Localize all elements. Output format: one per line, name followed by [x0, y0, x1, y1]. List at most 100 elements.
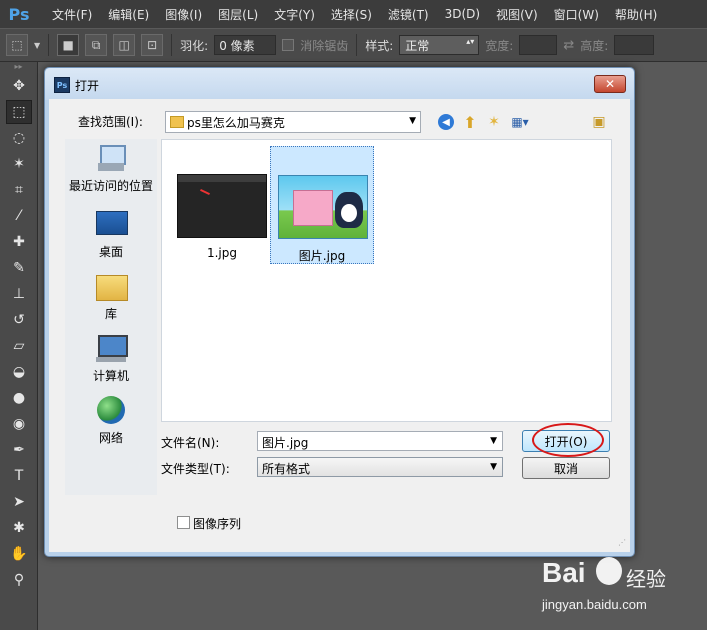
menu-view[interactable]: 视图(V)	[488, 6, 546, 23]
tools-panel: ▸▸ ✥ ⬚ ◌ ✶ ⌗ ⁄ ✚ ✎ ⊥ ↺ ▱ ◒ ● ◉ ✒ T ➤ ✱ ✋…	[0, 62, 38, 630]
subtract-selection-icon[interactable]: ◫	[113, 34, 136, 56]
place-computer[interactable]: 计算机	[65, 331, 157, 384]
place-recent-locations[interactable]: 最近访问的位置	[65, 141, 157, 194]
place-network[interactable]: 网络	[65, 393, 157, 446]
file-name: 1.jpg	[206, 246, 238, 260]
menu-3d[interactable]: 3D(D)	[437, 7, 488, 21]
resize-grip-icon[interactable]: ⋰	[618, 539, 628, 550]
brush-tool-icon[interactable]: ✎	[6, 256, 32, 280]
style-select[interactable]: 正常	[399, 35, 480, 55]
options-divider	[356, 34, 358, 56]
close-button[interactable]: ✕	[594, 75, 626, 93]
chevron-down-icon[interactable]: ▼	[490, 436, 497, 446]
history-brush-tool-icon[interactable]: ↺	[6, 308, 32, 332]
file-item[interactable]: 1.jpg	[170, 146, 274, 264]
place-label: 最近访问的位置	[68, 179, 153, 193]
marquee-preset-icon[interactable]: ⬚	[6, 34, 28, 56]
file-list[interactable]: 1.jpg 图片.jpg	[161, 139, 612, 422]
width-label: 宽度:	[485, 38, 514, 53]
paint-bucket-tool-icon[interactable]: ◒	[6, 360, 32, 384]
style-label: 样式:	[365, 38, 394, 53]
rectangular-marquee-tool-icon[interactable]: ⬚	[6, 100, 32, 124]
file-name-input[interactable]: 图片.jpg ▼	[257, 431, 503, 451]
preview-pane-icon[interactable]: ▣	[590, 113, 608, 131]
places-bar: 最近访问的位置 桌面 库 计算机 网络	[65, 139, 157, 495]
path-selection-tool-icon[interactable]: ➤	[6, 490, 32, 514]
computer-icon	[94, 331, 128, 365]
chevron-down-icon[interactable]: ▼	[490, 462, 497, 472]
file-name-value: 图片.jpg	[262, 436, 309, 450]
open-file-dialog: Ps 打开 ✕ 查找范围(I): ps里怎么加马赛克 ▼ ◀ ⬆ ✶ ▦▾ ▣ …	[44, 67, 635, 557]
cancel-button[interactable]: 取消	[522, 457, 610, 479]
chevron-down-icon[interactable]: ▼	[409, 116, 416, 126]
castle-illustration	[293, 190, 333, 226]
new-selection-icon[interactable]: ■	[57, 34, 80, 56]
look-in-label: 查找范围(I):	[78, 115, 143, 129]
back-arrow-icon[interactable]: ◀	[437, 113, 455, 131]
add-selection-icon[interactable]: ⧉	[85, 34, 108, 56]
height-input[interactable]	[614, 35, 655, 55]
place-libraries[interactable]: 库	[65, 269, 157, 322]
photoshop-icon: Ps	[54, 77, 70, 93]
watermark-brand: Bai	[542, 557, 586, 588]
menu-window[interactable]: 窗口(W)	[546, 6, 607, 23]
file-type-select[interactable]: 所有格式 ▼	[257, 457, 503, 477]
place-label: 库	[104, 307, 117, 321]
lasso-tool-icon[interactable]: ◌	[6, 126, 32, 150]
width-input[interactable]	[519, 35, 558, 55]
options-divider	[48, 34, 50, 56]
intersect-selection-icon[interactable]: ⊡	[141, 34, 164, 56]
menu-edit[interactable]: 编辑(E)	[100, 6, 157, 23]
height-label: 高度:	[580, 38, 609, 53]
blur-tool-icon[interactable]: ●	[6, 386, 32, 410]
dodge-tool-icon[interactable]: ◉	[6, 412, 32, 436]
antialias-checkbox[interactable]	[282, 39, 295, 51]
file-thumbnail	[278, 175, 368, 239]
feather-label: 羽化:	[180, 38, 209, 53]
preset-chevron-down-icon[interactable]: ▼	[34, 41, 40, 50]
recent-places-icon	[94, 141, 128, 175]
image-sequence-label: 图像序列	[193, 517, 242, 531]
menu-layer[interactable]: 图层(L)	[210, 6, 266, 23]
menu-filter[interactable]: 滤镜(T)	[380, 6, 437, 23]
clone-stamp-tool-icon[interactable]: ⊥	[6, 282, 32, 306]
file-item-selected[interactable]: 图片.jpg	[270, 146, 374, 264]
place-label: 网络	[98, 431, 123, 445]
image-sequence-checkbox[interactable]	[177, 516, 190, 529]
look-in-combo[interactable]: ps里怎么加马赛克 ▼	[165, 111, 421, 133]
hand-tool-icon[interactable]: ✋	[6, 542, 32, 566]
place-desktop[interactable]: 桌面	[65, 207, 157, 260]
menu-type[interactable]: 文字(Y)	[266, 6, 323, 23]
baidu-paw-icon	[596, 557, 622, 585]
crop-tool-icon[interactable]: ⌗	[6, 178, 32, 202]
options-bar: ⬚ ▼ ■ ⧉ ◫ ⊡ 羽化: 0 像素 消除锯齿 样式: 正常 宽度: ⇄ 高…	[0, 28, 707, 62]
menu-bar: Ps 文件(F) 编辑(E) 图像(I) 图层(L) 文字(Y) 选择(S) 滤…	[0, 0, 707, 28]
eraser-tool-icon[interactable]: ▱	[6, 334, 32, 358]
menu-image[interactable]: 图像(I)	[157, 6, 210, 23]
healing-brush-tool-icon[interactable]: ✚	[6, 230, 32, 254]
up-folder-icon[interactable]: ⬆	[461, 113, 479, 132]
menu-help[interactable]: 帮助(H)	[607, 6, 665, 23]
view-menu-icon[interactable]: ▦▾	[507, 113, 533, 131]
new-folder-icon[interactable]: ✶	[485, 113, 503, 131]
options-divider	[171, 34, 173, 56]
menu-select[interactable]: 选择(S)	[323, 6, 380, 23]
pen-tool-icon[interactable]: ✒	[6, 438, 32, 462]
network-globe-icon	[94, 393, 128, 427]
feather-input[interactable]: 0 像素	[214, 35, 277, 55]
type-tool-icon[interactable]: T	[6, 464, 32, 488]
swap-dimensions-icon[interactable]: ⇄	[563, 38, 574, 53]
move-tool-icon[interactable]: ✥	[6, 74, 32, 98]
baidu-jingyan-watermark: Bai 经验 jingyan.baidu.com	[530, 553, 700, 623]
custom-shape-tool-icon[interactable]: ✱	[6, 516, 32, 540]
dialog-title: 打开	[75, 79, 100, 93]
dialog-titlebar[interactable]: Ps 打开 ✕	[45, 68, 634, 100]
place-label: 桌面	[98, 245, 123, 259]
panel-grip-icon[interactable]: ▸▸	[0, 62, 37, 72]
dialog-body: 查找范围(I): ps里怎么加马赛克 ▼ ◀ ⬆ ✶ ▦▾ ▣ 最近访问的位置 …	[49, 99, 630, 552]
photoshop-logo: Ps	[8, 4, 30, 24]
eyedropper-tool-icon[interactable]: ⁄	[6, 204, 32, 228]
magic-wand-tool-icon[interactable]: ✶	[6, 152, 32, 176]
menu-file[interactable]: 文件(F)	[44, 6, 100, 23]
zoom-tool-icon[interactable]: ⚲	[6, 568, 32, 592]
